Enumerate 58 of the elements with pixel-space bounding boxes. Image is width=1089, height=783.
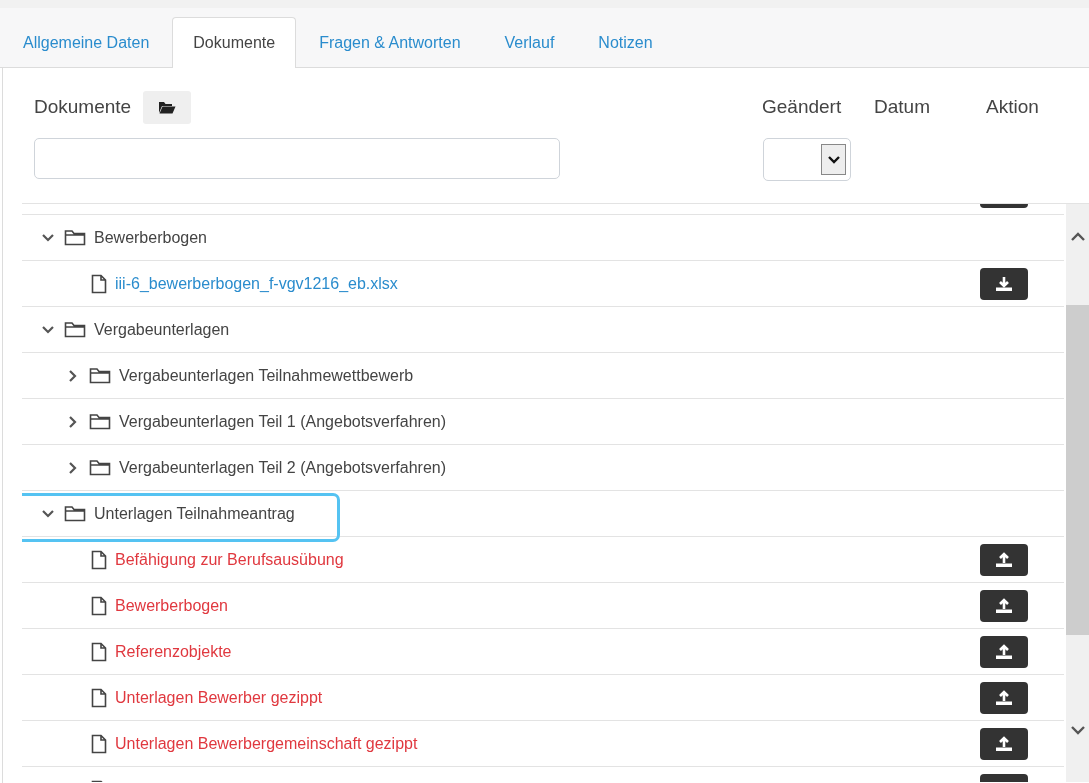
file-icon — [91, 733, 107, 754]
tab[interactable]: Verlauf — [483, 17, 576, 67]
chevron-down-icon[interactable] — [41, 508, 55, 519]
tab[interactable]: Dokumente — [172, 17, 297, 68]
open-folder-button[interactable] — [143, 90, 192, 124]
upload-button[interactable] — [980, 681, 1028, 714]
document-link[interactable]: Befähigung zur Berufsausübung — [115, 550, 344, 569]
tab[interactable]: Notizen — [577, 17, 674, 67]
folder-name[interactable]: Vergabeunterlagen Teilnahmewettbewerb — [119, 366, 414, 385]
download-button[interactable] — [980, 267, 1028, 300]
upload-button[interactable] — [980, 543, 1028, 576]
file-icon — [91, 549, 107, 570]
scrollbar-thumb[interactable] — [1066, 305, 1089, 635]
folder-icon — [158, 100, 177, 114]
upload-icon — [995, 551, 1013, 568]
chevron-right-icon[interactable] — [68, 460, 78, 475]
folder-icon — [64, 321, 86, 338]
folder-name[interactable]: Vergabeunterlagen — [94, 320, 230, 339]
chevron-down-icon — [826, 154, 841, 165]
chevron-down-icon[interactable] — [41, 324, 55, 335]
column-header: Datum — [874, 95, 930, 119]
file-icon — [91, 687, 107, 708]
file-icon — [91, 641, 107, 662]
download-icon — [995, 275, 1013, 292]
changed-filter-select[interactable] — [763, 138, 851, 181]
chevron-right-icon[interactable] — [68, 368, 78, 383]
folder-icon — [64, 229, 86, 246]
folder-name[interactable]: Unterlagen Teilnahmeantrag — [94, 504, 295, 523]
file-icon — [91, 273, 107, 294]
filter-field[interactable] — [34, 138, 560, 179]
folder-icon — [89, 459, 111, 476]
documents-title: Dokumente — [34, 96, 132, 118]
folder-icon — [89, 367, 111, 384]
folder-icon — [64, 505, 86, 522]
upload-icon — [995, 689, 1013, 706]
upload-button[interactable] — [980, 589, 1028, 622]
scrollbar[interactable] — [1066, 204, 1089, 782]
upload-button[interactable] — [980, 727, 1028, 760]
column-header: Geändert — [762, 95, 842, 119]
document-link[interactable]: Bewerberbogen — [115, 596, 228, 615]
upload-icon — [995, 735, 1013, 752]
tab[interactable]: Allgemeine Daten — [2, 17, 171, 67]
column-header: Aktion — [986, 95, 1039, 119]
folder-name[interactable]: Vergabeunterlagen Teil 1 (Angebotsverfahren) — [119, 412, 447, 431]
document-link[interactable]: Unterlagen Bewerber gezippt — [115, 688, 323, 707]
chevron-down-icon[interactable] — [41, 232, 55, 243]
upload-icon — [995, 643, 1013, 660]
document-link[interactable]: iii-6_bewerberbogen_f-vgv1216_eb.xlsx — [115, 274, 398, 293]
chevron-right-icon[interactable] — [68, 414, 78, 429]
folder-icon — [89, 413, 111, 430]
folder-name[interactable]: Bewerberbogen — [94, 228, 207, 247]
file-icon — [91, 595, 107, 616]
document-link[interactable]: Unterlagen Bewerbergemeinschaft gezippt — [115, 734, 418, 753]
document-link[interactable]: Referenzobjekte — [115, 642, 232, 661]
folder-name[interactable]: Vergabeunterlagen Teil 2 (Angebotsverfahren) — [119, 458, 447, 477]
upload-button[interactable] — [980, 635, 1028, 668]
upload-icon — [995, 597, 1013, 614]
tab[interactable]: Fragen & Antworten — [298, 17, 482, 67]
